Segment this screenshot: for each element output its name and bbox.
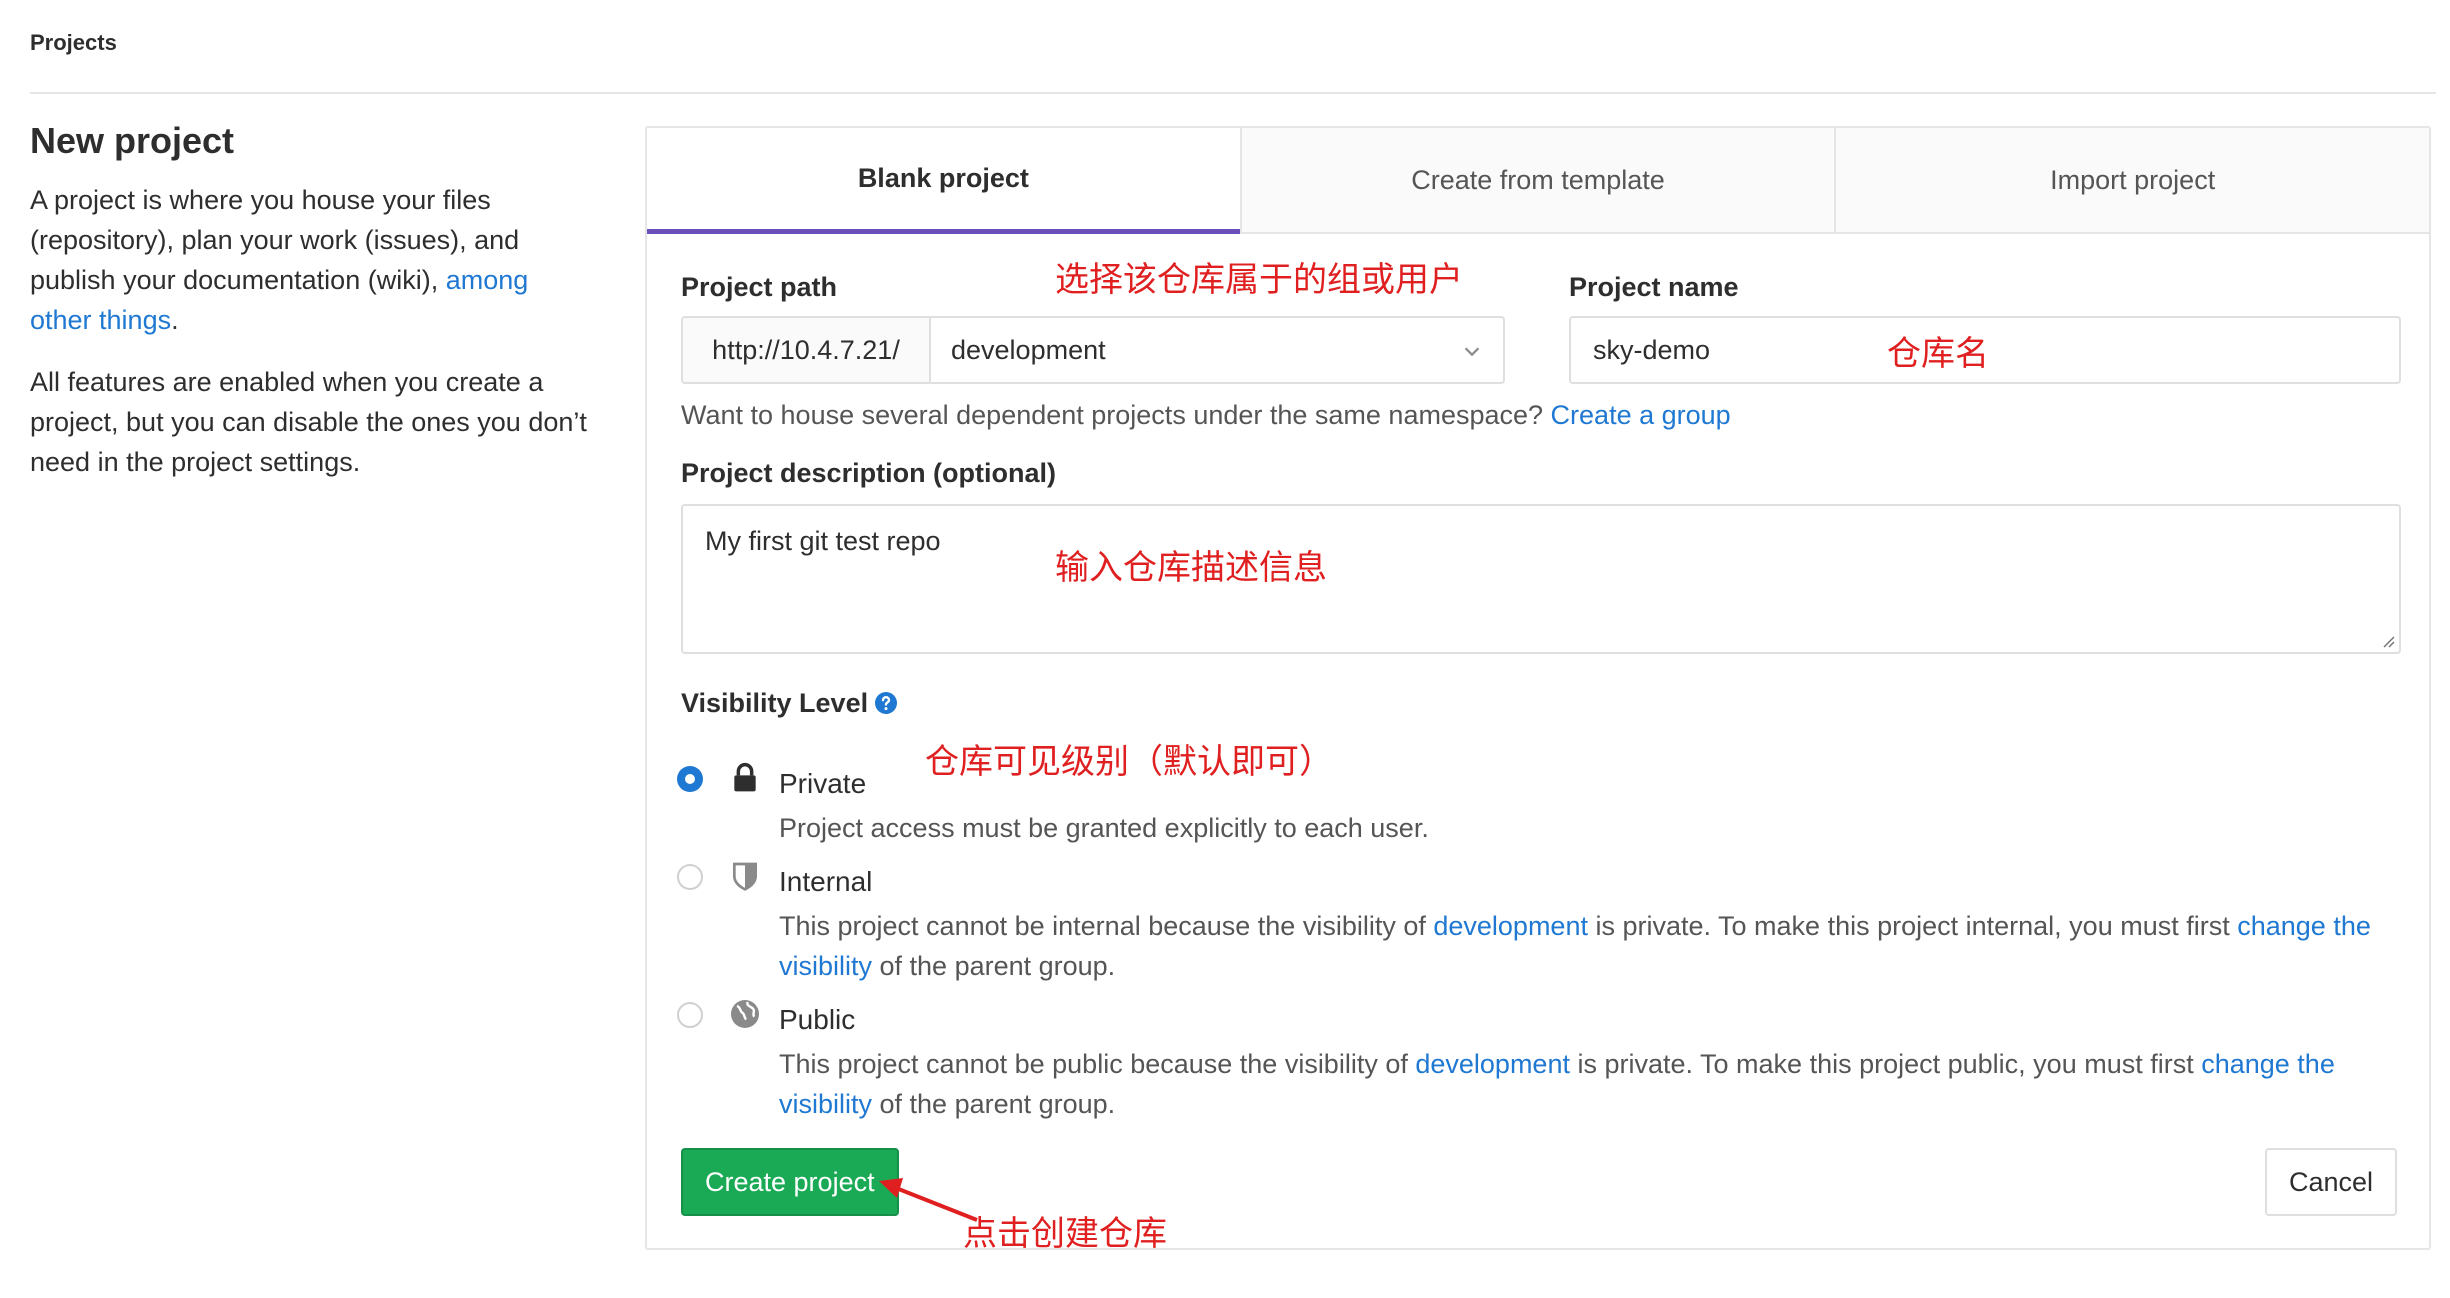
description-textarea[interactable]: My first git test repo — [681, 504, 2401, 654]
chevron-down-icon — [1464, 347, 1480, 357]
visibility-label-text: Visibility Level — [681, 688, 869, 718]
intro-paragraph-2: All features are enabled when you create… — [30, 367, 587, 477]
create-group-link[interactable]: Create a group — [1551, 400, 1731, 430]
internal-desc-3: of the parent group. — [872, 951, 1116, 981]
intro-section: New project A project is where you house… — [30, 120, 590, 504]
annotation-name: 仓库名 — [1887, 334, 1989, 374]
description-value: My first git test repo — [705, 526, 941, 556]
radio-public[interactable] — [677, 1002, 703, 1028]
path-prefix: http://10.4.7.21/ — [681, 316, 931, 384]
development-link[interactable]: development — [1433, 911, 1588, 941]
annotation-path: 选择该仓库属于的组或用户 — [1055, 260, 1463, 300]
globe-icon — [731, 1000, 759, 1028]
public-title: Public — [779, 1004, 856, 1035]
shield-icon — [733, 862, 757, 891]
project-path-group: http://10.4.7.21/ development — [681, 316, 1505, 384]
create-project-button[interactable]: Create project — [681, 1148, 899, 1216]
page-title: New project — [30, 120, 235, 161]
intro-text-end: . — [171, 305, 179, 335]
public-desc-3: of the parent group. — [872, 1089, 1116, 1119]
public-desc-2: is private. To make this project public,… — [1569, 1049, 2202, 1079]
internal-desc-2: is private. To make this project interna… — [1587, 911, 2238, 941]
tab-blank-project[interactable]: Blank project — [647, 128, 1240, 234]
namespace-select[interactable]: development — [931, 316, 1505, 384]
public-desc-1: This project cannot be public because th… — [779, 1049, 1416, 1079]
project-path-label: Project path — [681, 272, 838, 302]
internal-description: This project cannot be internal because … — [779, 906, 2379, 986]
private-title: Private — [779, 768, 867, 799]
description-label: Project description (optional) — [681, 458, 1057, 488]
new-project-panel: Blank project Create from template Impor… — [645, 126, 2431, 1254]
intro-paragraph-1: A project is where you house your files … — [30, 180, 590, 340]
internal-desc-1: This project cannot be internal because … — [779, 911, 1434, 941]
header-divider — [30, 92, 2436, 94]
question-circle-icon[interactable] — [874, 691, 898, 715]
project-name-label: Project name — [1569, 272, 1739, 302]
radio-internal[interactable] — [677, 864, 703, 890]
development-link[interactable]: development — [1415, 1049, 1570, 1079]
tab-create-from-template[interactable]: Create from template — [1239, 128, 1835, 232]
namespace-help: Want to house several dependent projects… — [681, 400, 1731, 431]
resize-grip-icon[interactable] — [2379, 632, 2395, 648]
internal-title: Internal — [779, 866, 873, 897]
breadcrumb[interactable]: Projects — [30, 30, 117, 56]
annotation-description: 输入仓库描述信息 — [1055, 548, 1327, 588]
namespace-help-text: Want to house several dependent projects… — [681, 400, 1551, 430]
visibility-label: Visibility Level — [681, 688, 898, 719]
public-description: This project cannot be public because th… — [779, 1044, 2379, 1124]
lock-icon — [734, 762, 756, 792]
radio-private[interactable] — [677, 766, 703, 792]
annotation-visibility: 仓库可见级别（默认即可） — [925, 742, 1333, 782]
project-name-value: sky-demo — [1593, 334, 1711, 365]
annotation-create: 点击创建仓库 — [963, 1214, 1167, 1254]
private-description: Project access must be granted explicitl… — [779, 813, 1429, 843]
cancel-button[interactable]: Cancel — [2264, 1148, 2397, 1216]
tab-import-project[interactable]: Import project — [1834, 128, 2430, 232]
namespace-value: development — [951, 334, 1106, 365]
project-type-tabs: Blank project Create from template Impor… — [647, 128, 2430, 234]
